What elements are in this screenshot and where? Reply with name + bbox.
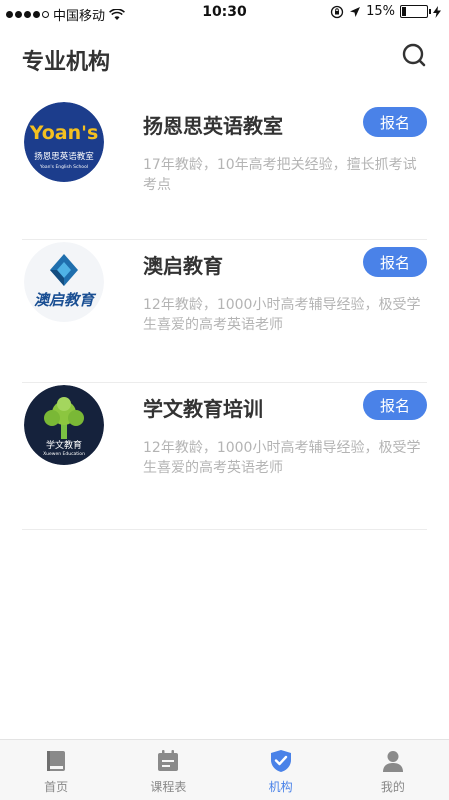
list-item[interactable]: 学文教育 Xuewen Education 学文教育培训 报名 12年教龄，10…: [0, 383, 449, 530]
tab-label: 首页: [44, 780, 69, 794]
institution-description: 17年教龄，10年高考把关经验，擅长抓考试考点: [143, 157, 417, 193]
institution-list: Yoan's 扬恩思英语教室 Yoan's English School 扬恩思…: [0, 100, 449, 530]
list-item[interactable]: Yoan's 扬恩思英语教室 Yoan's English School 扬恩思…: [0, 100, 449, 240]
user-icon: [382, 751, 403, 772]
signup-button[interactable]: 报名: [363, 390, 427, 420]
logo-subcaption: Xuewen Education: [43, 451, 85, 457]
institution-logo: 澳启教育: [24, 242, 104, 322]
book-icon: [47, 751, 66, 771]
page-title: 专业机构: [22, 50, 111, 75]
logo-caption: 扬恩思英语教室: [34, 151, 94, 162]
logo-caption: 学文教育: [46, 439, 82, 451]
logo-subcaption: Yoan's English School: [39, 164, 88, 170]
orientation-lock-icon: [330, 5, 344, 18]
status-bar: 中国移动 10:30 15%: [0, 0, 449, 26]
battery-icon: [400, 5, 431, 18]
institution-name: 澳启教育: [143, 254, 223, 278]
signup-button[interactable]: 报名: [363, 107, 427, 137]
tab-institutions[interactable]: 机构: [225, 740, 337, 800]
shield-check-icon: [270, 750, 291, 772]
institution-logo: Yoan's 扬恩思英语教室 Yoan's English School: [24, 102, 104, 182]
signup-button[interactable]: 报名: [363, 247, 427, 277]
tab-profile[interactable]: 我的: [337, 740, 449, 800]
institution-logo: 学文教育 Xuewen Education: [24, 385, 104, 465]
tab-label: 课程表: [150, 780, 187, 794]
institution-description: 12年教龄，1000小时高考辅导经验，极受学生喜爱的高考英语老师: [143, 297, 421, 333]
logo-brand-text: Yoan's: [29, 122, 99, 144]
search-icon: [402, 43, 426, 67]
institution-name: 扬恩思英语教室: [143, 114, 283, 138]
location-arrow-icon: [350, 6, 361, 17]
search-button[interactable]: [399, 40, 429, 70]
tab-label: 我的: [380, 780, 405, 794]
calendar-icon: [158, 750, 179, 771]
logo-caption: 澳启教育: [34, 291, 97, 309]
tab-home[interactable]: 首页: [0, 740, 112, 800]
list-item[interactable]: 澳启教育 澳启教育 报名 12年教龄，1000小时高考辅导经验，极受学生喜爱的高…: [0, 240, 449, 383]
header: 专业机构: [0, 28, 449, 88]
divider: [22, 529, 427, 530]
institution-description: 12年教龄，1000小时高考辅导经验，极受学生喜爱的高考英语老师: [143, 440, 421, 476]
tab-schedule[interactable]: 课程表: [112, 740, 224, 800]
status-right: 15%: [330, 4, 441, 19]
institution-name: 学文教育培训: [143, 397, 263, 421]
tab-label: 机构: [268, 780, 293, 794]
charging-bolt-icon: [433, 5, 441, 18]
tab-bar: 首页 课程表 机构 我的: [0, 739, 449, 800]
battery-percent: 15%: [366, 4, 395, 19]
